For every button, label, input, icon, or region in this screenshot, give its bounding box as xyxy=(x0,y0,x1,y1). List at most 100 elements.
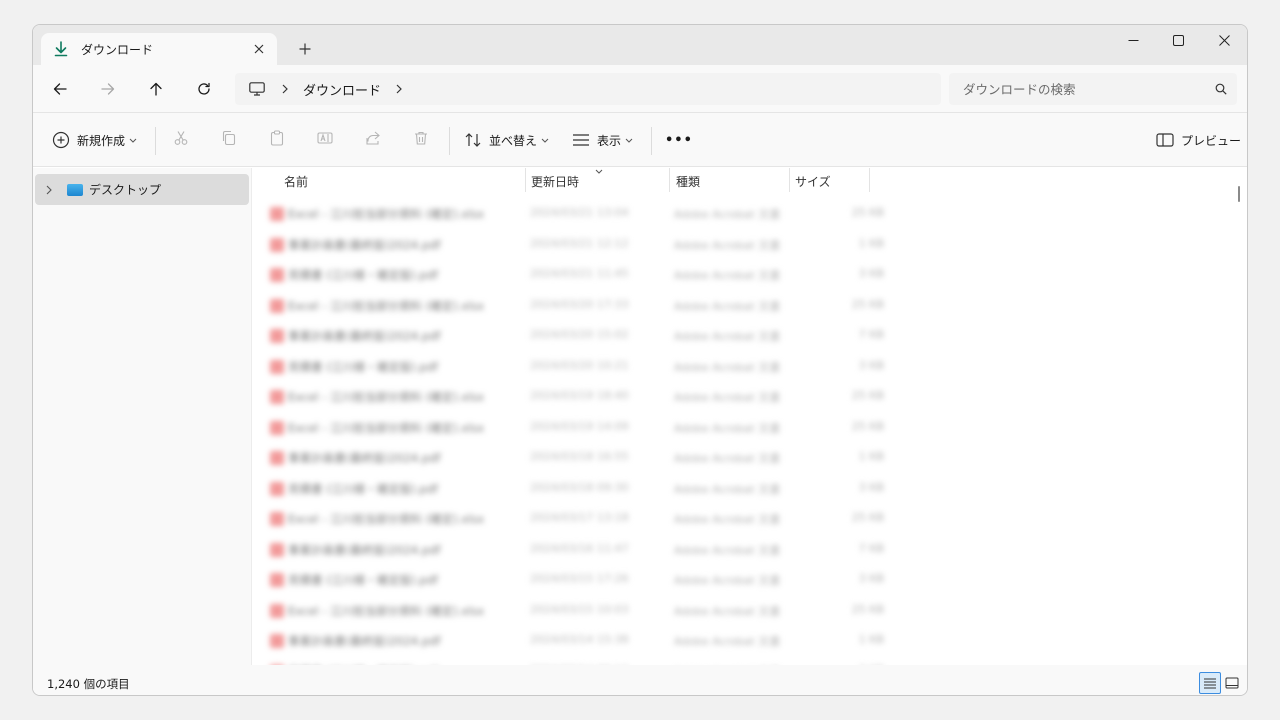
file-row[interactable]: 事業計画書(最終版)2024.pdf 2024/03/20 15:02 Adobe … xyxy=(252,320,892,351)
file-row[interactable]: 見積書 (江川様・確定版).pdf 2024/03/20 10:21 Adobe A… xyxy=(252,351,892,382)
chevron-right-icon[interactable] xyxy=(41,182,57,198)
maximize-button[interactable] xyxy=(1155,25,1201,55)
pdf-file-icon xyxy=(270,207,284,221)
this-pc-icon[interactable] xyxy=(247,79,267,99)
delete-button[interactable] xyxy=(405,124,437,156)
file-row[interactable]: 事業計画書(最終版)2024.pdf 2024/03/21 12:12 Adobe … xyxy=(252,229,892,260)
vertical-scrollbar[interactable] xyxy=(1238,186,1240,202)
column-header-name[interactable]: 名前 xyxy=(284,168,308,194)
address-bar[interactable]: ダウンロード xyxy=(235,73,941,105)
refresh-button[interactable] xyxy=(188,75,220,103)
file-modified-date: 2024/03/21 12:12 xyxy=(530,236,629,250)
minimize-button[interactable] xyxy=(1110,25,1156,55)
breadcrumb-chevron-icon[interactable] xyxy=(389,79,409,99)
column-header-modified[interactable]: 更新日時 xyxy=(531,168,579,194)
search-icon[interactable] xyxy=(1205,75,1237,103)
column-divider[interactable] xyxy=(525,168,526,192)
command-bar: 新規作成 並べ替え 表示 ••• プレビュー xyxy=(33,113,1247,167)
file-modified-date: 2024/03/20 17:33 xyxy=(530,297,629,311)
sort-button[interactable]: 並べ替え xyxy=(463,124,549,156)
file-modified-date: 2024/03/20 15:02 xyxy=(530,328,629,341)
file-row[interactable]: Excel - 江川担当部分資料 (確定).xlsx 2024/03/20 17:… xyxy=(252,290,892,321)
file-modified-date: 2024/03/21 13:04 xyxy=(530,206,629,219)
chevron-down-icon xyxy=(541,138,549,143)
details-view-button[interactable] xyxy=(1199,672,1221,694)
pdf-file-icon xyxy=(270,481,284,496)
file-modified-date: 2024/03/16 11:47 xyxy=(530,541,629,555)
file-size: 7 KB xyxy=(858,541,884,555)
copy-button[interactable] xyxy=(213,124,245,156)
forward-button[interactable] xyxy=(92,75,124,103)
column-header-size[interactable]: サイズ xyxy=(795,168,831,194)
preview-label: プレビュー xyxy=(1181,133,1242,148)
column-divider[interactable] xyxy=(789,168,790,192)
new-label: 新規作成 xyxy=(77,133,126,148)
file-row[interactable]: 見積書 (江川様・確定版).pdf 2024/03/15 17:26 Adobe A… xyxy=(252,564,892,595)
up-button[interactable] xyxy=(140,75,172,103)
file-type: Adobe Acrobat 文書 xyxy=(674,482,781,496)
column-divider[interactable] xyxy=(669,168,670,192)
file-row[interactable]: 見積書 (江川様・確定版).pdf 2024/03/21 11:45 Adobe A… xyxy=(252,259,892,290)
view-label: 表示 xyxy=(597,133,622,148)
cut-button[interactable] xyxy=(165,124,197,156)
pdf-file-icon xyxy=(270,451,284,465)
pdf-file-icon xyxy=(270,298,284,313)
rename-button[interactable] xyxy=(309,124,341,156)
file-list: 名前 更新日時 種類 サイズ Excel - 江川担当部分資料 (確定).xls… xyxy=(251,166,1247,679)
paste-button[interactable] xyxy=(261,124,293,156)
file-row[interactable]: Excel - 江川担当部分資料 (確定).xlsx 2024/03/17 13:… xyxy=(252,503,892,534)
file-type: Adobe Acrobat 文書 xyxy=(674,360,781,374)
copy-icon xyxy=(221,130,237,150)
pdf-file-icon xyxy=(270,268,284,282)
file-modified-date: 2024/03/21 11:45 xyxy=(530,267,629,280)
search-box[interactable] xyxy=(949,73,1237,105)
breadcrumb-downloads[interactable]: ダウンロード xyxy=(303,80,381,99)
tiles-view-button[interactable] xyxy=(1221,672,1243,694)
file-row[interactable]: Excel - 江川担当部分資料 (確定).xlsx 2024/03/15 10:… xyxy=(252,595,892,626)
new-tab-button[interactable] xyxy=(291,37,319,61)
share-button[interactable] xyxy=(357,124,389,156)
file-row[interactable]: Excel - 江川担当部分資料 (確定).xlsx 2024/03/21 13:… xyxy=(252,198,892,229)
column-header-type[interactable]: 種類 xyxy=(676,168,700,194)
file-size: 1 KB xyxy=(858,450,884,463)
file-row[interactable]: Excel - 江川担当部分資料 (確定).xlsx 2024/03/19 14:… xyxy=(252,412,892,443)
view-button[interactable]: 表示 xyxy=(571,124,633,156)
file-row[interactable]: 見積書 (江川様・確定版).pdf 2024/03/18 09:30 Adobe A… xyxy=(252,473,892,504)
back-button[interactable] xyxy=(44,75,76,103)
pdf-file-icon xyxy=(270,329,284,343)
file-name: Excel - 江川担当部分資料 (確定).xlsx xyxy=(288,390,485,404)
file-name: 見積書 (江川様・確定版).pdf xyxy=(288,359,438,374)
clipboard-icon xyxy=(269,130,285,150)
sort-descending-icon xyxy=(594,166,604,176)
chevron-down-icon xyxy=(625,138,633,143)
file-name: Excel - 江川担当部分資料 (確定).xlsx xyxy=(288,207,485,221)
new-button[interactable]: 新規作成 xyxy=(51,124,137,156)
file-name: 事業計画書(最終版)2024.pdf xyxy=(288,329,441,343)
breadcrumb-chevron-icon[interactable] xyxy=(275,79,295,99)
more-options-button[interactable]: ••• xyxy=(665,124,693,156)
file-type: Adobe Acrobat 文書 xyxy=(674,421,781,435)
file-row[interactable]: Excel - 江川担当部分資料 (確定).xlsx 2024/03/19 18:… xyxy=(252,381,892,412)
column-divider[interactable] xyxy=(869,168,870,192)
pdf-file-icon xyxy=(270,237,284,252)
file-type: Adobe Acrobat 文書 xyxy=(674,452,781,465)
chevron-down-icon xyxy=(129,138,137,143)
file-name: 見積書 (江川様・確定版).pdf xyxy=(288,268,438,282)
file-name: 事業計画書(最終版)2024.pdf xyxy=(288,542,441,557)
pdf-file-icon xyxy=(270,390,284,404)
sidebar-item-desktop[interactable]: デスクトップ xyxy=(35,174,249,205)
explorer-window: ダウンロード ダウンロード ダウンロードの検索 新規作成 並べ替え 表示 •••… xyxy=(32,24,1248,696)
preview-pane-button[interactable]: プレビュー xyxy=(1155,124,1241,156)
file-row[interactable]: 事業計画書(最終版)2024.pdf 2024/03/18 16:55 Adobe … xyxy=(252,442,892,473)
close-tab-icon[interactable] xyxy=(247,37,271,61)
close-window-button[interactable] xyxy=(1201,25,1247,55)
tab-downloads[interactable]: ダウンロード xyxy=(41,33,277,65)
file-size: 25 KB xyxy=(851,419,884,433)
file-row[interactable]: 事業計画書(最終版)2024.pdf 2024/03/14 15:38 Adobe … xyxy=(252,625,892,656)
tab-title: ダウンロード xyxy=(81,42,154,57)
search-input[interactable] xyxy=(963,81,1205,97)
file-row[interactable]: 事業計画書(最終版)2024.pdf 2024/03/16 11:47 Adobe … xyxy=(252,534,892,565)
file-size: 1 KB xyxy=(858,633,884,646)
file-size: 3 KB xyxy=(858,572,884,585)
file-size: 25 KB xyxy=(851,511,884,524)
